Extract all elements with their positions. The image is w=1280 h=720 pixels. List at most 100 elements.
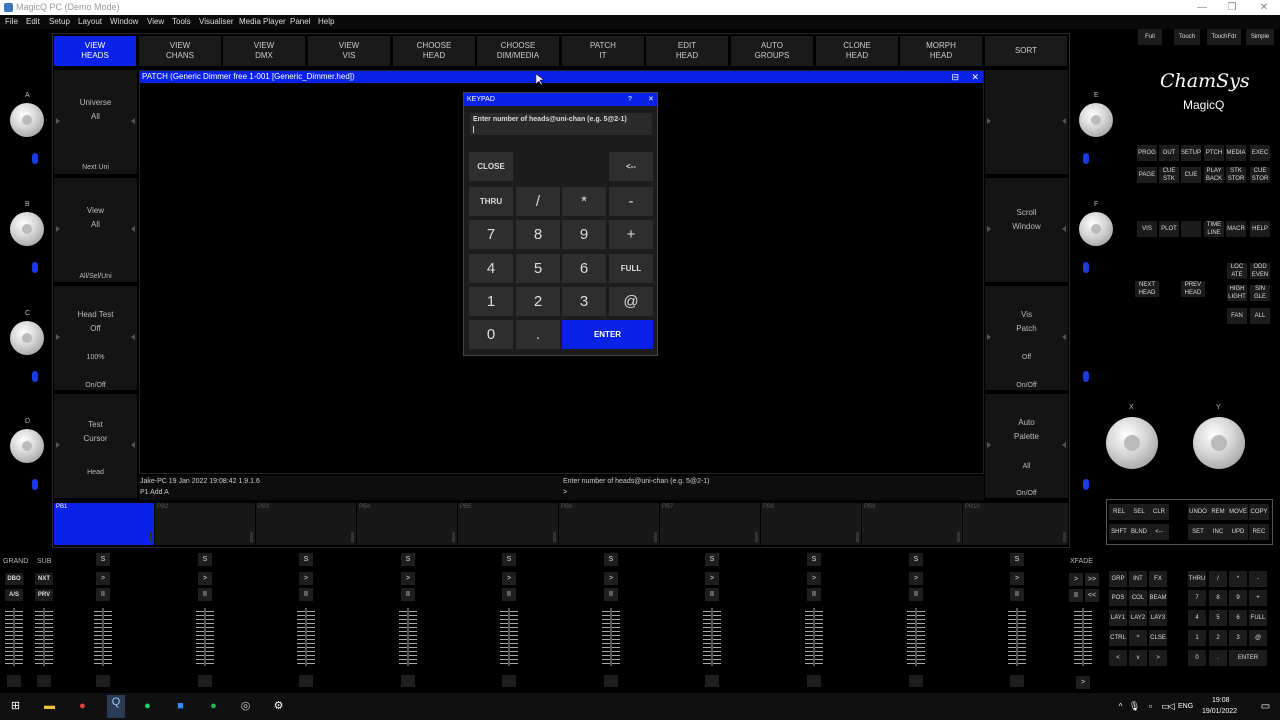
pause-button[interactable]: II <box>909 588 923 601</box>
key-8[interactable]: 8 <box>516 220 560 249</box>
menu-view[interactable]: View <box>147 15 164 29</box>
auto-groups-button[interactable]: AUTO GROUPS <box>731 36 813 66</box>
clone-head-button[interactable]: CLONE HEAD <box>816 36 898 66</box>
timeline-button[interactable]: TIME LINE <box>1204 221 1224 237</box>
playback-7[interactable]: PB7 <box>660 503 760 545</box>
key-4[interactable]: 4 <box>469 254 513 283</box>
thru-button[interactable]: THRU <box>1188 571 1206 587</box>
grand-master-fader[interactable] <box>2 553 26 693</box>
num-7-button[interactable]: 7 <box>1188 590 1206 606</box>
language-indicator[interactable]: ENG <box>1178 703 1193 710</box>
mode-touch-button[interactable]: Touch <box>1174 29 1200 45</box>
keypad-close-button[interactable]: CLOSE <box>469 152 513 181</box>
pause-button[interactable]: II <box>96 588 110 601</box>
playback-fader-2[interactable]: S > II <box>193 553 217 693</box>
view-vis-button[interactable]: VIEW VIS <box>308 36 390 66</box>
encoder-f-knob[interactable] <box>1079 212 1113 246</box>
down-arrow-button[interactable]: v <box>1129 650 1147 666</box>
playback-10[interactable]: PB10 <box>963 503 1068 545</box>
help-icon[interactable]: ? <box>628 93 632 106</box>
maximize-button[interactable]: ❐ <box>1217 0 1247 15</box>
encoder-d-knob[interactable] <box>10 429 44 463</box>
playback-fader-10[interactable]: S > II <box>1005 553 1029 693</box>
spotify-icon[interactable]: ● <box>206 699 221 714</box>
tray-icon[interactable]: ▫ <box>1143 699 1158 714</box>
windows-start-icon[interactable]: ⊞ <box>8 699 23 714</box>
vis-button[interactable]: VIS <box>1137 221 1157 237</box>
key-dot[interactable]: . <box>516 320 560 349</box>
blank-button[interactable] <box>1181 221 1201 237</box>
playback-5[interactable]: PB5 <box>458 503 558 545</box>
playback-fader-7[interactable]: S > II <box>700 553 724 693</box>
select-button[interactable]: S <box>96 553 110 566</box>
num-6-button[interactable]: 6 <box>1229 610 1247 626</box>
select-button[interactable]: S <box>604 553 618 566</box>
lay3-button[interactable]: LAY3 <box>1149 610 1167 626</box>
sel-button[interactable]: SEL <box>1129 504 1149 520</box>
menu-setup[interactable]: Setup <box>49 15 70 29</box>
xfade-go-bottom-button[interactable]: > <box>1076 676 1090 689</box>
plus-button[interactable]: + <box>1249 590 1267 606</box>
cue-stor-button[interactable]: CUE STOR <box>1250 167 1270 183</box>
playback-button[interactable]: PLAY BACK <box>1204 167 1224 183</box>
fader-track[interactable] <box>703 608 721 666</box>
fader-track[interactable] <box>297 608 315 666</box>
clr-button[interactable]: CLR <box>1149 504 1169 520</box>
num-2-button[interactable]: 2 <box>1209 630 1227 646</box>
view-heads-button[interactable]: VIEW HEADS <box>54 36 136 66</box>
go-button[interactable]: > <box>807 572 821 585</box>
lay1-button[interactable]: LAY1 <box>1109 610 1127 626</box>
star-button[interactable]: * <box>1229 571 1247 587</box>
sort-button[interactable]: SORT <box>985 36 1067 66</box>
menu-edit[interactable]: Edit <box>26 15 40 29</box>
highlight-button[interactable]: HIGH LIGHT <box>1227 285 1247 301</box>
playback-fader-1[interactable]: S > II <box>91 553 115 693</box>
select-button[interactable]: S <box>909 553 923 566</box>
select-button[interactable]: S <box>401 553 415 566</box>
select-button[interactable]: S <box>502 553 516 566</box>
num-8-button[interactable]: 8 <box>1209 590 1227 606</box>
fader-track[interactable] <box>805 608 823 666</box>
keypad-backspace-button[interactable]: <-- <box>609 152 653 181</box>
pos-button[interactable]: POS <box>1109 590 1127 606</box>
settings-icon[interactable]: ⚙ <box>271 699 286 714</box>
menu-tools[interactable]: Tools <box>172 15 191 29</box>
exec-button[interactable]: EXEC <box>1250 145 1270 161</box>
chrome-icon[interactable]: ● <box>75 699 90 714</box>
fader-track[interactable] <box>500 608 518 666</box>
pause-button[interactable]: II <box>502 588 516 601</box>
fader-track[interactable] <box>1074 608 1092 666</box>
key-minus[interactable]: - <box>609 187 653 216</box>
key-at[interactable]: @ <box>609 287 653 316</box>
menu-visualiser[interactable]: Visualiser <box>199 15 234 29</box>
fader-track[interactable] <box>94 608 112 666</box>
encoder-x-knob[interactable] <box>1106 417 1158 469</box>
menu-help[interactable]: Help <box>318 15 334 29</box>
encoder-a-knob[interactable] <box>10 103 44 137</box>
locate-button[interactable]: LOC ATE <box>1227 263 1247 279</box>
pause-button[interactable]: II <box>705 588 719 601</box>
xfade-fader[interactable] <box>1071 553 1095 693</box>
rel-button[interactable]: REL <box>1109 504 1129 520</box>
grp-button[interactable]: GRP <box>1109 571 1127 587</box>
mode-simple-button[interactable]: Simple <box>1246 29 1274 45</box>
pause-button[interactable]: II <box>604 588 618 601</box>
rec-button[interactable]: REC <box>1249 524 1269 540</box>
prev-head-button[interactable]: PREV HEAD <box>1181 281 1205 297</box>
view-chans-button[interactable]: VIEW CHANS <box>139 36 221 66</box>
clse-button[interactable]: CLSE <box>1149 630 1167 646</box>
num-5-button[interactable]: 5 <box>1209 610 1227 626</box>
dot-button[interactable]: . <box>1209 650 1227 666</box>
select-button[interactable]: S <box>198 553 212 566</box>
page-button[interactable]: PAGE <box>1137 167 1157 183</box>
fader-track[interactable] <box>399 608 417 666</box>
backspace-button[interactable]: <-- <box>1149 524 1169 540</box>
go-button[interactable]: > <box>502 572 516 585</box>
test-cursor-softkey[interactable]: Test Cursor Head <box>54 394 137 498</box>
notifications-icon[interactable]: ▭ <box>1258 699 1273 714</box>
minimize-button[interactable]: — <box>1187 0 1217 15</box>
plot-button[interactable]: PLOT <box>1159 221 1179 237</box>
menu-file[interactable]: File <box>5 15 18 29</box>
key-slash[interactable]: / <box>516 187 560 216</box>
fx-button[interactable]: FX <box>1149 571 1167 587</box>
